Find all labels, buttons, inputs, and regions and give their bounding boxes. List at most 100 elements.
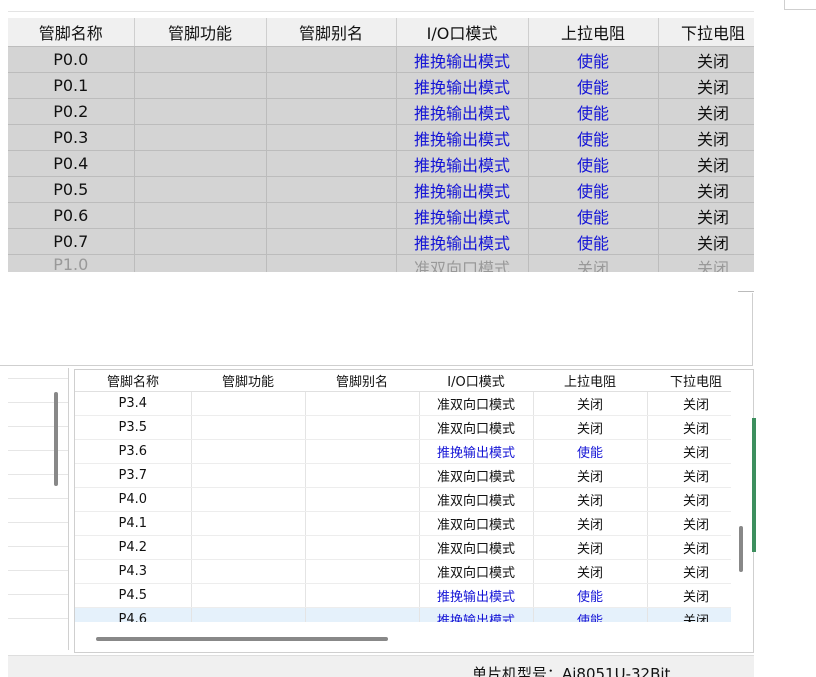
- pullup-cell[interactable]: 使能: [533, 607, 648, 622]
- pullup-cell[interactable]: 使能: [533, 439, 648, 464]
- io-mode-cell[interactable]: 推挽输出模式: [396, 150, 529, 177]
- table-row[interactable]: P0.3 推挽输出模式 使能 关闭: [8, 124, 754, 151]
- io-mode-cell[interactable]: 推挽输出模式: [396, 124, 529, 151]
- pullup-cell[interactable]: 关闭: [533, 463, 648, 488]
- io-mode-cell[interactable]: 推挽输出模式: [396, 176, 529, 203]
- io-mode-cell[interactable]: 准双向口模式: [419, 463, 534, 488]
- pin-name-cell[interactable]: P4.2: [75, 535, 192, 560]
- pulldown-cell[interactable]: 关闭: [658, 228, 754, 255]
- pin-function-cell[interactable]: [191, 583, 306, 608]
- pulldown-cell[interactable]: 关闭: [658, 202, 754, 229]
- table-row[interactable]: P3.4 准双向口模式 关闭 关闭: [75, 391, 731, 416]
- pin-alias-cell[interactable]: [266, 124, 397, 151]
- pin-function-cell[interactable]: [191, 535, 306, 560]
- io-mode-cell[interactable]: 推挽输出模式: [419, 607, 534, 622]
- table-row[interactable]: P0.1 推挽输出模式 使能 关闭: [8, 72, 754, 99]
- column-header-pin-function[interactable]: 管脚功能: [191, 370, 305, 392]
- io-mode-cell[interactable]: 推挽输出模式: [419, 583, 534, 608]
- table-row[interactable]: P4.1 准双向口模式 关闭 关闭: [75, 511, 731, 536]
- pin-alias-cell[interactable]: [266, 150, 397, 177]
- pin-name-cell[interactable]: P0.0: [8, 46, 135, 73]
- pin-function-cell[interactable]: [134, 150, 267, 177]
- table-row[interactable]: P0.5 推挽输出模式 使能 关闭: [8, 176, 754, 203]
- pullup-cell[interactable]: 关闭: [528, 254, 659, 272]
- pulldown-cell[interactable]: 关闭: [647, 415, 731, 440]
- pin-function-cell[interactable]: [134, 98, 267, 125]
- column-header-pin-alias[interactable]: 管脚别名: [266, 18, 397, 47]
- io-mode-cell[interactable]: 准双向口模式: [419, 391, 534, 416]
- pin-name-cell[interactable]: P0.5: [8, 176, 135, 203]
- pullup-cell[interactable]: 使能: [528, 176, 659, 203]
- pin-alias-cell[interactable]: [305, 559, 420, 584]
- pin-function-cell[interactable]: [191, 559, 306, 584]
- pin-alias-cell[interactable]: [266, 202, 397, 229]
- io-mode-cell[interactable]: 推挽输出模式: [396, 228, 529, 255]
- pullup-cell[interactable]: 关闭: [533, 559, 648, 584]
- pullup-cell[interactable]: 使能: [528, 72, 659, 99]
- pin-alias-cell[interactable]: [305, 583, 420, 608]
- pulldown-cell[interactable]: 关闭: [647, 583, 731, 608]
- pulldown-cell[interactable]: 关闭: [658, 176, 754, 203]
- pullup-cell[interactable]: 使能: [528, 46, 659, 73]
- pullup-cell[interactable]: 使能: [528, 228, 659, 255]
- column-header-pulldown[interactable]: 下拉电阻: [647, 370, 731, 392]
- pin-function-cell[interactable]: [134, 202, 267, 229]
- pin-function-cell[interactable]: [134, 176, 267, 203]
- pullup-cell[interactable]: 使能: [528, 150, 659, 177]
- pin-function-cell[interactable]: [191, 391, 306, 416]
- table-row[interactable]: P3.6 推挽输出模式 使能 关闭: [75, 439, 731, 464]
- table-row[interactable]: P4.6 推挽输出模式 使能 关闭: [75, 607, 731, 622]
- io-mode-cell[interactable]: 推挽输出模式: [396, 202, 529, 229]
- table-row[interactable]: P0.6 推挽输出模式 使能 关闭: [8, 202, 754, 229]
- pin-name-cell[interactable]: P3.6: [75, 439, 192, 464]
- pin-alias-cell[interactable]: [305, 535, 420, 560]
- table-row[interactable]: P1.0 准双向口模式 关闭 关闭: [8, 254, 754, 272]
- pin-name-cell[interactable]: P3.4: [75, 391, 192, 416]
- pin-name-cell[interactable]: P4.1: [75, 511, 192, 536]
- io-mode-cell[interactable]: 准双向口模式: [419, 511, 534, 536]
- io-mode-cell[interactable]: 推挽输出模式: [419, 439, 534, 464]
- column-header-pullup[interactable]: 上拉电阻: [528, 18, 659, 47]
- pin-function-cell[interactable]: [191, 607, 306, 622]
- pulldown-cell[interactable]: 关闭: [647, 559, 731, 584]
- pullup-cell[interactable]: 使能: [528, 124, 659, 151]
- pullup-cell[interactable]: 关闭: [533, 391, 648, 416]
- column-header-pin-name[interactable]: 管脚名称: [8, 18, 135, 47]
- column-header-pin-name[interactable]: 管脚名称: [75, 370, 191, 392]
- pin-function-cell[interactable]: [134, 72, 267, 99]
- pin-name-cell[interactable]: P4.5: [75, 583, 192, 608]
- pin-alias-cell[interactable]: [305, 463, 420, 488]
- pin-function-cell[interactable]: [134, 228, 267, 255]
- pulldown-cell[interactable]: 关闭: [647, 391, 731, 416]
- left-list-pane[interactable]: [8, 368, 69, 650]
- pin-function-cell[interactable]: [191, 487, 306, 512]
- pulldown-cell[interactable]: 关闭: [658, 98, 754, 125]
- table-row[interactable]: P4.3 准双向口模式 关闭 关闭: [75, 559, 731, 584]
- pullup-cell[interactable]: 关闭: [533, 535, 648, 560]
- pulldown-cell[interactable]: 关闭: [658, 46, 754, 73]
- table-vertical-scrollbar-thumb[interactable]: [739, 526, 743, 572]
- table-row[interactable]: P0.4 推挽输出模式 使能 关闭: [8, 150, 754, 177]
- pin-name-cell[interactable]: P1.0: [8, 254, 135, 272]
- column-header-pin-function[interactable]: 管脚功能: [134, 18, 267, 47]
- pullup-cell[interactable]: 关闭: [533, 415, 648, 440]
- pin-function-cell[interactable]: [134, 46, 267, 73]
- pin-function-cell[interactable]: [191, 463, 306, 488]
- pullup-cell[interactable]: 使能: [528, 202, 659, 229]
- column-header-pullup[interactable]: 上拉电阻: [533, 370, 647, 392]
- pulldown-cell[interactable]: 关闭: [647, 511, 731, 536]
- pulldown-cell[interactable]: 关闭: [647, 439, 731, 464]
- pin-alias-cell[interactable]: [266, 228, 397, 255]
- pin-alias-cell[interactable]: [305, 391, 420, 416]
- table-row[interactable]: P0.2 推挽输出模式 使能 关闭: [8, 98, 754, 125]
- pin-alias-cell[interactable]: [305, 487, 420, 512]
- io-mode-cell[interactable]: 推挽输出模式: [396, 46, 529, 73]
- pin-name-cell[interactable]: P0.1: [8, 72, 135, 99]
- table-row[interactable]: P4.5 推挽输出模式 使能 关闭: [75, 583, 731, 608]
- pullup-cell[interactable]: 关闭: [533, 511, 648, 536]
- pulldown-cell[interactable]: 关闭: [658, 72, 754, 99]
- pullup-cell[interactable]: 使能: [533, 583, 648, 608]
- pin-alias-cell[interactable]: [266, 72, 397, 99]
- table-row[interactable]: P0.7 推挽输出模式 使能 关闭: [8, 228, 754, 255]
- pin-alias-cell[interactable]: [266, 46, 397, 73]
